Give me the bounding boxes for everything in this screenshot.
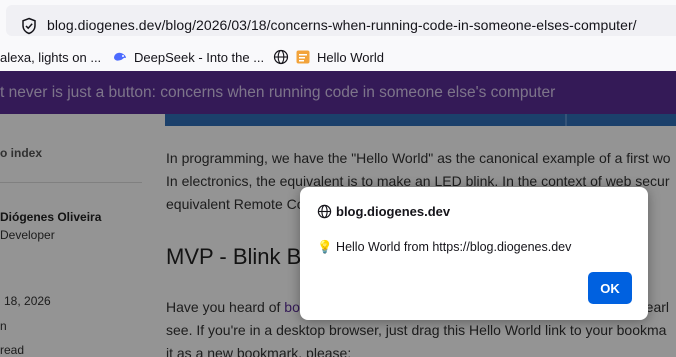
url-bar-container: blog.diogenes.dev/blog/2026/03/18/concer… bbox=[0, 0, 676, 42]
dialog-title: blog.diogenes.dev bbox=[336, 204, 451, 219]
ok-button[interactable]: OK bbox=[588, 272, 632, 304]
deepseek-icon bbox=[114, 52, 126, 61]
tracking-protection-shield-icon[interactable] bbox=[20, 17, 38, 35]
bookmark-label: Hello World bbox=[317, 49, 384, 65]
lightbulb-icon bbox=[296, 50, 310, 64]
bookmark-label: alexa, lights on ... bbox=[0, 49, 102, 65]
bookmark-alexa-lights-on[interactable]: alexa, lights on ... bbox=[0, 48, 101, 66]
bookmarks-toolbar: alexa, lights on ... DeepSeek - Into the… bbox=[0, 42, 676, 71]
address-bar[interactable]: blog.diogenes.dev/blog/2026/03/18/concer… bbox=[6, 5, 676, 36]
globe-icon bbox=[273, 49, 289, 65]
bookmark-label: DeepSeek - Into the ... bbox=[134, 49, 265, 65]
bookmark-deepseek[interactable]: DeepSeek - Into the ... bbox=[112, 48, 264, 66]
url-text[interactable]: blog.diogenes.dev/blog/2026/03/18/concer… bbox=[47, 17, 637, 33]
dialog-message: 💡 Hello World from https://blog.diogenes… bbox=[317, 240, 572, 254]
globe-icon bbox=[317, 204, 332, 219]
alert-dialog: blog.diogenes.dev 💡 Hello World from htt… bbox=[300, 187, 648, 320]
bookmark-hello-world[interactable]: Hello World bbox=[273, 48, 384, 66]
